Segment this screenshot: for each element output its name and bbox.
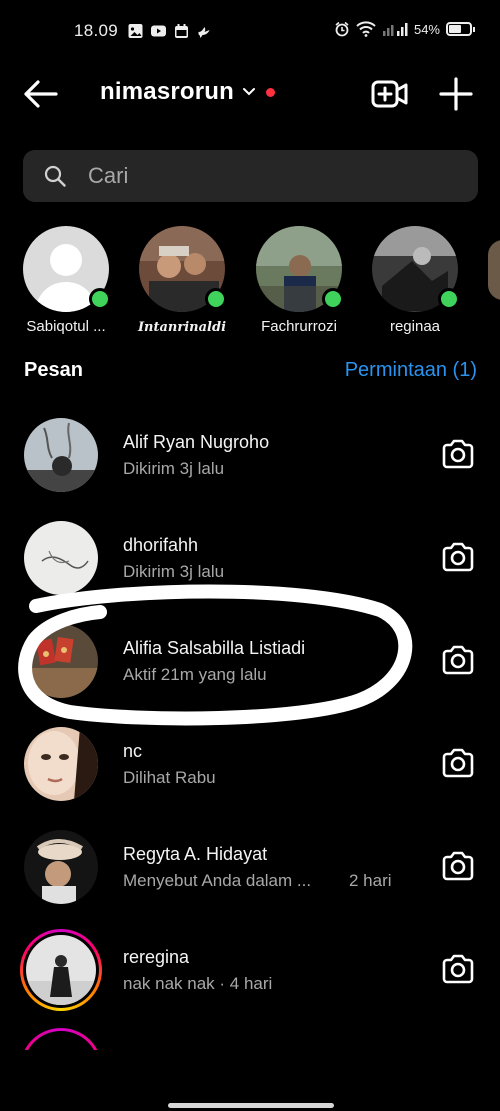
battery-level [449,25,461,33]
calendar-icon [175,24,188,38]
conversation-name: Alifia Salsabilla Listiadi [123,638,306,658]
avatar [24,418,98,492]
camera-icon[interactable] [440,540,476,574]
conversation-time: 2 hari [349,871,392,890]
signal-icon [382,23,408,36]
system-indicators: 54% [334,21,475,37]
avatar [24,727,98,801]
story-name: Sabiqotul ... [26,318,106,335]
conversation-row[interactable]: Alif Ryan Nugroho Dikirim 3j lalu [0,404,500,504]
conversation-status: Dilihat Rabu [123,768,216,787]
conversation-name: Alif Ryan Nugroho [123,432,270,452]
story-ring[interactable] [20,929,102,1011]
search-bar[interactable] [23,150,478,202]
conversation-name: Regyta A. Hidayat [123,844,268,864]
camera-icon[interactable] [440,643,476,677]
avatar [26,935,96,1005]
conversation-row[interactable]: Alifia Salsabilla Listiadi Aktif 21m yan… [0,610,500,710]
header: nimasrorun [0,64,500,126]
camera-icon[interactable] [440,437,476,471]
back-arrow-icon[interactable] [20,76,60,112]
conversation-row[interactable]: reregina nak nak nak · 4 hari [0,919,500,1019]
message-requests-link[interactable]: Permintaan (1) [345,359,477,382]
video-call-icon[interactable] [370,77,410,111]
youtube-icon [151,25,166,37]
conversation-row[interactable]: dhorifahh Dikirim 3j lalu [0,507,500,607]
chevron-down-icon [243,88,256,96]
search-icon [44,165,66,187]
status-time: 18.09 [74,21,119,40]
conversation-status: nak nak nak · 4 hari [123,974,273,993]
conversation-row[interactable]: Regyta A. Hidayat Menyebut Anda dalam ..… [0,816,500,916]
conversation-row[interactable]: nc Dilihat Rabu [0,713,500,813]
conversation-name: dhorifahh [123,535,199,555]
battery-icon [446,22,475,36]
notification-icons [127,23,213,39]
messages-section-title: Pesan [24,359,83,381]
status-bar: 18.09 54% [0,0,500,64]
notification-dot [266,87,276,97]
online-indicator [322,288,344,310]
avatar [24,521,98,595]
conversation-status: Dikirim 3j lalu [123,562,225,581]
alarm-icon [335,21,349,37]
conversation-status: Menyebut Anda dalam ... [123,871,312,890]
story-name: reginaa [389,318,441,335]
conversation-name: reregina [123,947,190,967]
conversation-status: Dikirim 3j lalu [123,459,225,478]
camera-icon[interactable] [440,746,476,780]
story-item-partial[interactable] [488,240,500,300]
camera-icon[interactable] [440,849,476,883]
username: nimasrorun [100,78,235,105]
avatar [24,830,98,904]
gallery-icon [128,24,143,38]
battery-percent: 54% [413,21,440,37]
conversation-status: Aktif 21m yang lalu [123,665,267,684]
story-name: Intanrinaldi [137,320,227,335]
online-indicator [205,288,227,310]
bird-icon [198,27,210,38]
online-indicator [438,288,460,310]
wifi-icon [356,21,376,37]
avatar [24,624,98,698]
bottom-spacer [0,1050,500,1111]
home-indicator[interactable] [168,1103,334,1108]
online-indicator [89,288,111,310]
conversation-name: nc [123,741,143,761]
new-message-plus-icon[interactable] [437,75,475,113]
camera-icon[interactable] [440,952,476,986]
story-name: Fachrurrozi [261,318,337,335]
account-switcher[interactable]: nimasrorun [100,78,276,106]
search-input[interactable] [88,163,428,189]
